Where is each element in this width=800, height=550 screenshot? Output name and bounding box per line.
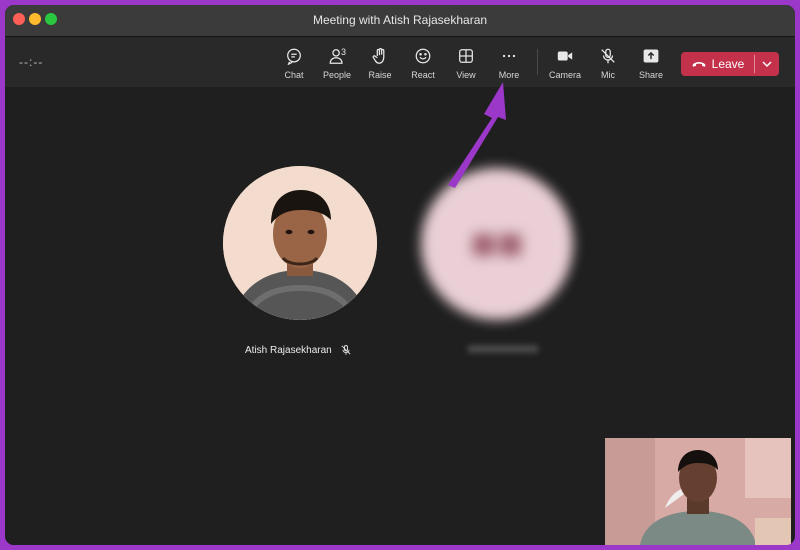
title-bar: Meeting with Atish Rajasekharan xyxy=(5,5,795,37)
people-button[interactable]: 3 People xyxy=(317,43,357,83)
blurred-initials-shape: ■■ xyxy=(470,219,524,268)
view-grid-icon xyxy=(459,49,473,63)
raise-hand-button[interactable]: Raise xyxy=(360,43,400,83)
react-button[interactable]: React xyxy=(403,43,443,83)
people-label: People xyxy=(322,70,352,80)
self-view-video[interactable] xyxy=(605,438,791,545)
mic-label: Mic xyxy=(601,70,615,80)
participant-photo xyxy=(223,166,377,320)
blurred-participant-name xyxy=(467,345,539,353)
mic-off-icon xyxy=(601,48,615,64)
meeting-toolbar: --:-- Chat 3 People Raise React View Mor… xyxy=(5,37,795,87)
leave-button[interactable]: Leave xyxy=(681,52,779,76)
camera-icon xyxy=(557,51,573,61)
react-label: React xyxy=(411,70,435,80)
leave-main-area[interactable]: Leave xyxy=(681,52,754,76)
call-timer: --:-- xyxy=(19,55,44,69)
participant-avatar[interactable] xyxy=(223,166,377,320)
more-label: More xyxy=(498,70,520,80)
toolbar-divider xyxy=(537,49,538,75)
chat-icon xyxy=(287,48,301,65)
blurred-participant-avatar: ■■ xyxy=(421,168,573,320)
share-label: Share xyxy=(638,70,664,80)
raise-label: Raise xyxy=(368,70,392,80)
camera-button[interactable]: Camera xyxy=(545,43,585,83)
share-icon xyxy=(643,49,659,63)
self-view-photo xyxy=(605,438,791,545)
participant-name: Atish Rajasekharan xyxy=(245,344,332,356)
camera-label: Camera xyxy=(548,70,581,80)
mic-off-icon xyxy=(341,345,351,355)
participant-name-row: Atish Rajasekharan xyxy=(245,344,352,356)
react-smiley-icon xyxy=(415,48,431,64)
view-button[interactable]: View xyxy=(446,43,486,83)
chevron-down-icon xyxy=(762,61,772,68)
more-button[interactable]: More xyxy=(489,43,529,83)
mic-button[interactable]: Mic xyxy=(588,43,628,83)
chat-button[interactable]: Chat xyxy=(274,43,314,83)
chat-label: Chat xyxy=(284,70,304,80)
view-label: View xyxy=(456,70,476,80)
meeting-window: Meeting with Atish Rajasekharan --:-- Ch… xyxy=(5,5,795,545)
people-count-badge: 3 xyxy=(341,47,347,57)
more-dots-icon xyxy=(502,54,516,58)
phone-hangup-icon xyxy=(692,62,706,67)
raise-hand-icon xyxy=(372,47,385,64)
leave-label: Leave xyxy=(711,57,745,71)
leave-options-button[interactable] xyxy=(755,52,779,76)
window-title: Meeting with Atish Rajasekharan xyxy=(312,13,488,27)
share-button[interactable]: Share xyxy=(631,43,671,83)
meeting-stage: Atish Rajasekharan ■■ xyxy=(5,87,795,545)
